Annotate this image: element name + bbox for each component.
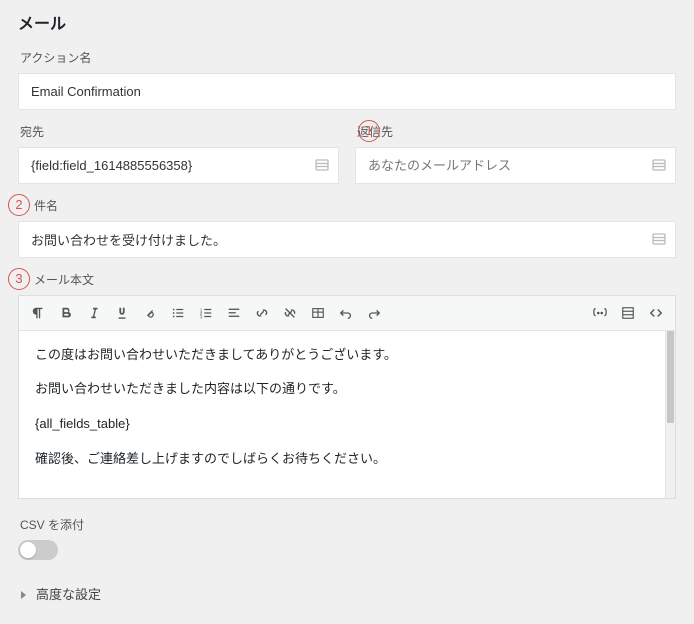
merge-tag-icon[interactable] <box>311 154 333 176</box>
to-input[interactable] <box>18 147 339 184</box>
scrollbar-thumb[interactable] <box>667 331 674 423</box>
subject-input[interactable] <box>18 221 676 258</box>
undo-icon[interactable] <box>333 300 359 326</box>
to-replyto-row: 1 宛先 返信先 <box>18 124 676 184</box>
merge-tag-button-icon[interactable] <box>587 300 613 326</box>
to-label: 宛先 <box>18 124 339 141</box>
bold-icon[interactable] <box>53 300 79 326</box>
body-line: {all_fields_table} <box>35 414 659 435</box>
subject-label: 件名 <box>18 198 676 215</box>
csv-attach-group: CSV を添付 <box>18 517 676 560</box>
body-line: 確認後、ご連絡差し上げますのでしばらくお待ちください。 <box>35 449 659 470</box>
list-ul-icon[interactable] <box>165 300 191 326</box>
advanced-label: 高度な設定 <box>36 586 101 604</box>
align-icon[interactable] <box>221 300 247 326</box>
mail-panel: メール アクション名 1 宛先 <box>0 0 694 624</box>
redo-icon[interactable] <box>361 300 387 326</box>
rich-text-editor: 123 この度はお問い合わせいただきましてありがとうございます。 お問い合わせい… <box>18 295 676 499</box>
italic-icon[interactable] <box>81 300 107 326</box>
toggle-knob <box>20 542 36 558</box>
reply-to-label: 返信先 <box>355 124 676 141</box>
annotation-2: 2 <box>8 194 30 216</box>
merge-tag-icon[interactable] <box>648 154 670 176</box>
chevron-right-icon <box>20 590 28 600</box>
visual-mode-icon[interactable] <box>615 300 641 326</box>
annotation-3: 3 <box>8 268 30 290</box>
body-label: メール本文 <box>18 272 676 289</box>
svg-text:3: 3 <box>200 314 203 319</box>
unlink-icon[interactable] <box>277 300 303 326</box>
body-line: お問い合わせいただきました内容は以下の通りです。 <box>35 379 659 400</box>
paragraph-icon[interactable] <box>25 300 51 326</box>
action-name-label: アクション名 <box>18 50 676 67</box>
table-icon[interactable] <box>305 300 331 326</box>
panel-title: メール <box>18 14 676 36</box>
merge-tag-icon[interactable] <box>648 228 670 250</box>
action-name-input[interactable] <box>18 73 676 110</box>
clear-format-icon[interactable] <box>137 300 163 326</box>
body-group: 3 メール本文 123 <box>18 272 676 499</box>
code-mode-icon[interactable] <box>643 300 669 326</box>
subject-group: 2 件名 <box>18 198 676 258</box>
underline-icon[interactable] <box>109 300 135 326</box>
csv-label: CSV を添付 <box>18 517 676 534</box>
reply-to-input[interactable] <box>355 147 676 184</box>
editor-scrollbar[interactable] <box>665 331 675 498</box>
advanced-settings-toggle[interactable]: 高度な設定 <box>18 586 676 604</box>
body-line: この度はお問い合わせいただきましてありがとうございます。 <box>35 345 659 366</box>
editor-textarea[interactable]: この度はお問い合わせいただきましてありがとうございます。 お問い合わせいただきま… <box>19 331 675 498</box>
editor-toolbar: 123 <box>19 296 675 331</box>
link-icon[interactable] <box>249 300 275 326</box>
list-ol-icon[interactable]: 123 <box>193 300 219 326</box>
action-name-group: アクション名 <box>18 50 676 110</box>
